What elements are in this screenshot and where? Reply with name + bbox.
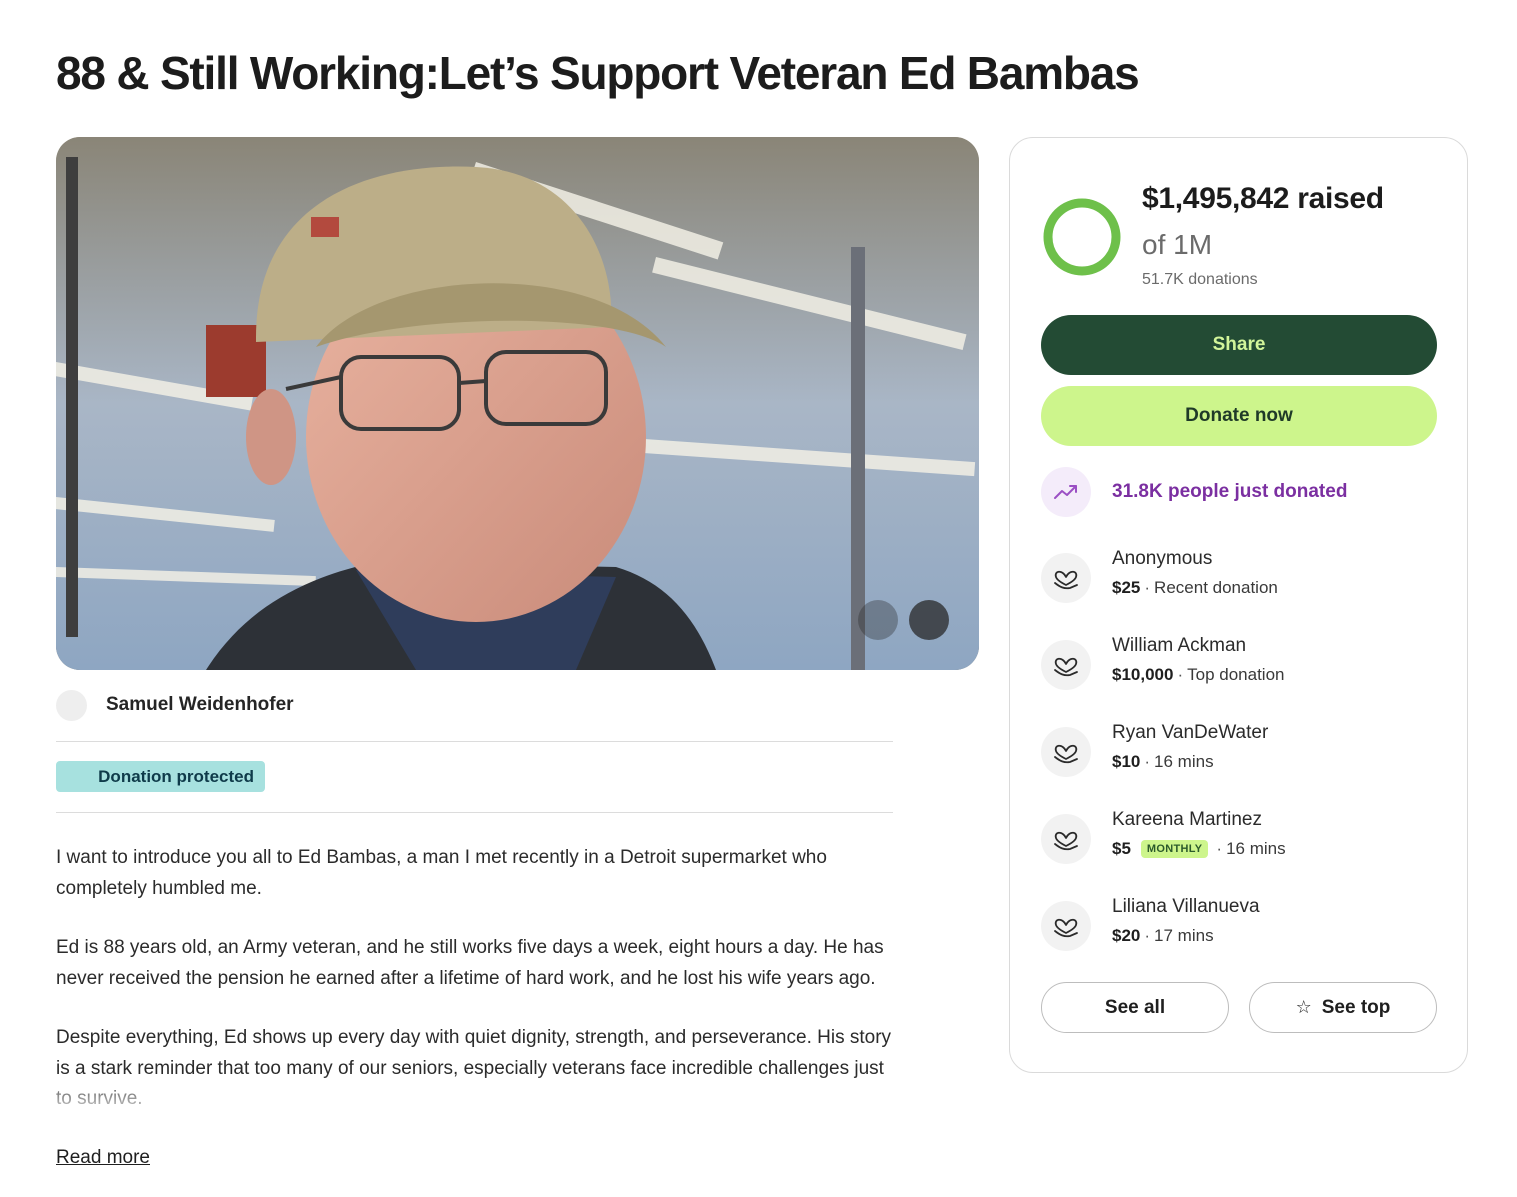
donor-amount: $10,000 [1112,665,1174,684]
donor-amount: $5 [1112,839,1131,858]
page-title: 88 & Still Working:Let’s Support Veteran… [56,47,1140,99]
story-paragraph: Ed is 88 years old, an Army veteran, and… [56,937,884,989]
story-text: I want to introduce you all to Ed Bambas… [56,843,896,1144]
donor-detail: 16 mins [1154,752,1214,771]
donor-item: Ryan VanDeWater $10 · 16 mins [1041,722,1441,782]
raised-amount: $1,495,842 raised [1142,182,1384,216]
see-top-button[interactable]: ☆ See top [1249,982,1437,1033]
donor-amount: $10 [1112,752,1141,771]
organizer: Samuel Weidenhofer [56,689,294,721]
read-more-link[interactable]: Read more [56,1147,150,1169]
star-icon: ☆ [1295,997,1312,1017]
donation-trend: 31.8K people just donated [1041,467,1347,517]
carousel-dot-1[interactable] [858,600,898,640]
donor-detail: Top donation [1187,665,1285,684]
separator: · [1144,926,1151,945]
donation-protected-badge[interactable]: Donation protected [56,761,265,792]
divider [56,741,893,742]
story-paragraph: Despite everything, Ed shows up every da… [56,1027,892,1109]
see-all-label: See all [1104,996,1166,1018]
donor-item: Anonymous $25 · Recent donation [1041,548,1441,608]
donor-item: William Ackman $10,000 · Top donation [1041,635,1441,695]
trend-text: 31.8K people just donated [1112,481,1348,502]
hero-photo-illustration [56,137,979,670]
see-top-label: See top [1321,996,1391,1018]
donor-detail: Recent donation [1154,578,1278,597]
donor-name: Kareena Martinez [1112,809,1262,830]
donor-item: Kareena Martinez $5 MONTHLY · 16 mins [1041,809,1441,869]
donor-meta: $10,000 · Top donation [1112,665,1285,685]
donor-meta: $10 · 16 mins [1112,752,1214,772]
donor-meta: $20 · 17 mins [1112,926,1214,946]
progress-ring [1043,198,1121,276]
donor-meta: $5 MONTHLY · 16 mins [1112,839,1286,859]
monthly-badge: MONTHLY [1140,840,1209,858]
donor-amount: $25 [1112,578,1141,597]
donor-meta: $25 · Recent donation [1112,578,1278,598]
separator: · [1144,752,1151,771]
donate-now-button[interactable]: Donate now [1041,386,1437,446]
separator: · [1144,578,1151,597]
donor-item: Liliana Villanueva $20 · 17 mins [1041,896,1441,956]
raised-value: $1,495,842 [1142,182,1290,215]
hero-photo[interactable] [56,137,979,670]
goal-amount: of 1M [1142,229,1213,260]
carousel-dot-2[interactable] [909,600,949,640]
donor-amount: $20 [1112,926,1141,945]
divider [56,812,893,813]
raised-suffix: raised [1297,182,1384,215]
donor-detail: 16 mins [1226,839,1286,858]
donor-name: Ryan VanDeWater [1112,722,1269,743]
donor-name: William Ackman [1112,635,1247,656]
heart-hand-icon [1041,901,1091,951]
heart-hand-icon [1041,640,1091,690]
story-paragraph: I want to introduce you all to Ed Bambas… [56,847,827,899]
heart-hand-icon [1041,553,1091,603]
donor-detail: 17 mins [1154,926,1214,945]
separator: · [1216,839,1223,858]
see-all-button[interactable]: See all [1041,982,1229,1033]
donation-sidebar: $1,495,842 raised of 1M 51.7K donations … [1009,137,1468,1073]
donation-count: 51.7K donations [1142,271,1258,288]
separator: · [1177,665,1184,684]
donor-name: Liliana Villanueva [1112,896,1260,917]
heart-hand-icon [1041,814,1091,864]
donor-name: Anonymous [1112,548,1213,569]
heart-hand-icon [1041,727,1091,777]
organizer-name: Samuel Weidenhofer [106,694,294,715]
share-button[interactable]: Share [1041,315,1437,375]
trending-up-icon [1041,467,1091,517]
avatar [56,689,87,721]
